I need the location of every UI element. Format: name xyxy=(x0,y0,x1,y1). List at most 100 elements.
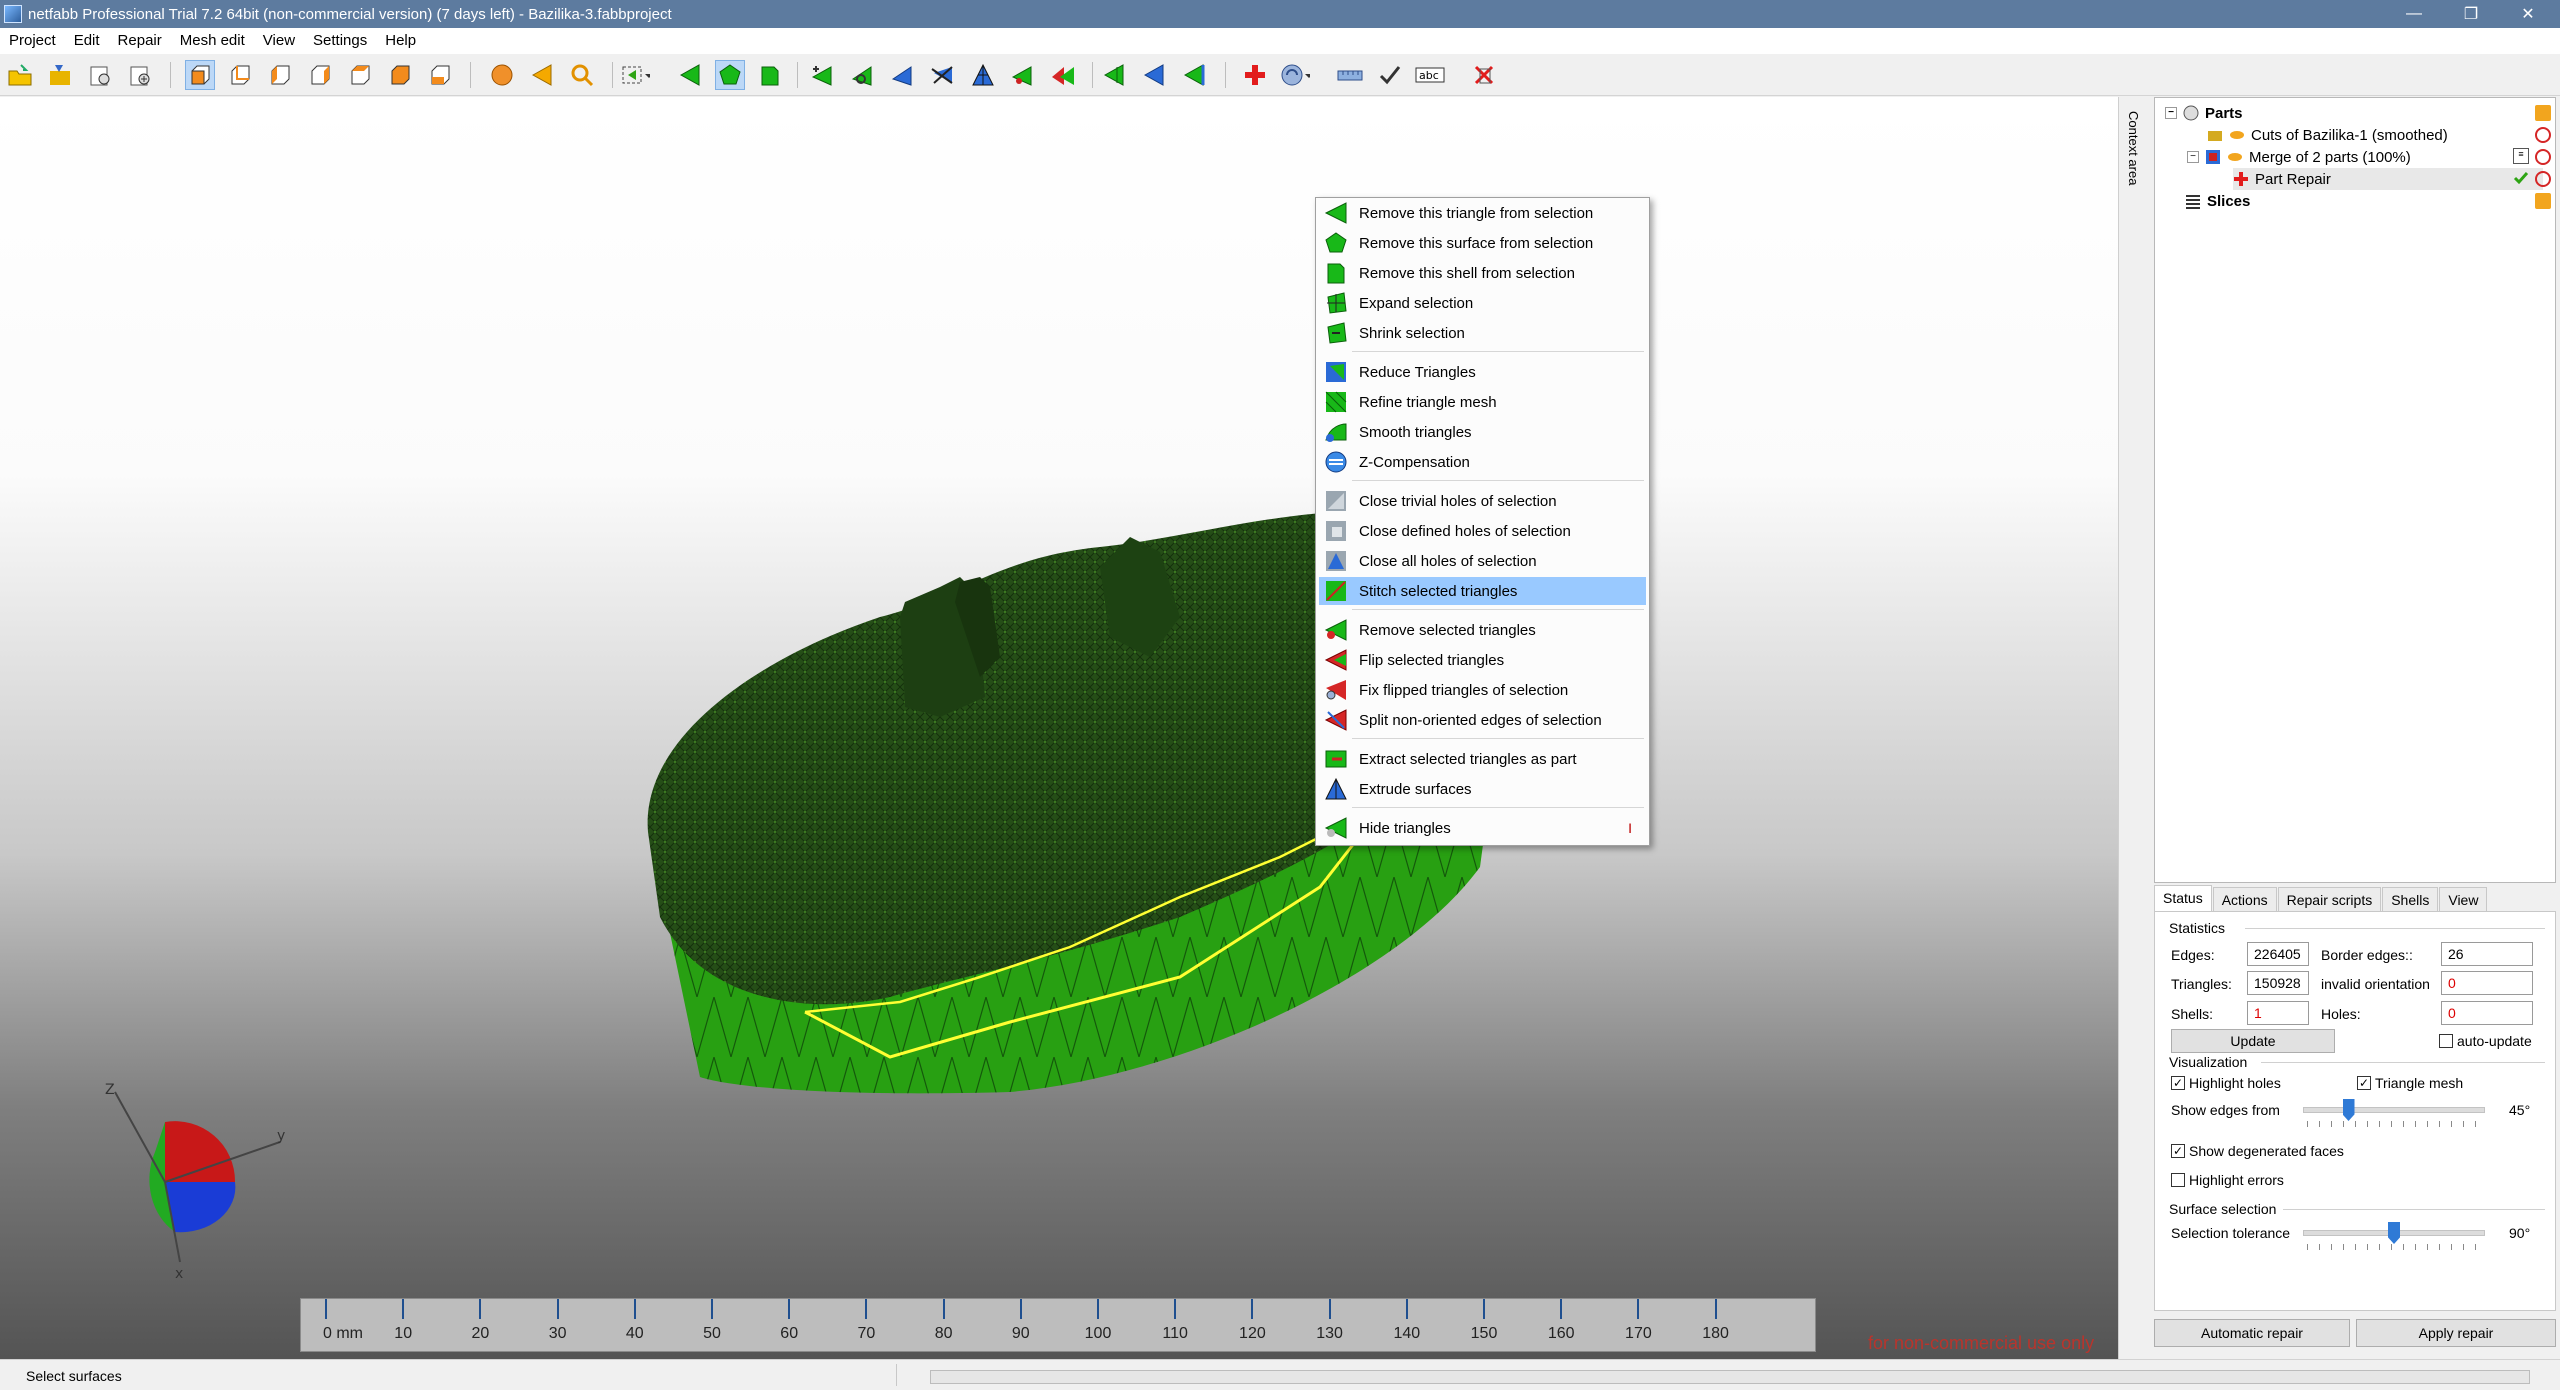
stitch-icon xyxy=(1323,578,1349,604)
flip-icon[interactable] xyxy=(1048,60,1078,90)
collapse-icon[interactable]: − xyxy=(2165,107,2177,119)
menu-item-shrink-selection[interactable]: Shrink selection xyxy=(1319,319,1646,347)
view-bottom-icon[interactable] xyxy=(385,60,415,90)
triangle-select-icon[interactable] xyxy=(527,60,557,90)
update-button[interactable]: Update xyxy=(2171,1029,2335,1053)
select-triangle-icon[interactable] xyxy=(675,60,705,90)
menu-item-z-compensation[interactable]: Z-Compensation xyxy=(1319,448,1646,476)
menu-item-remove-shell[interactable]: Remove this shell from selection xyxy=(1319,259,1646,287)
tree-item-part-repair[interactable]: Part Repair xyxy=(2233,168,2543,190)
split-icon[interactable] xyxy=(888,60,918,90)
menu-item-split-edges[interactable]: Split non-oriented edges of selection xyxy=(1319,706,1646,734)
collapse-icon[interactable]: − xyxy=(2187,151,2199,163)
cut-icon[interactable] xyxy=(928,60,958,90)
view-left-icon[interactable] xyxy=(265,60,295,90)
automatic-repair-button[interactable]: Automatic repair xyxy=(2154,1319,2350,1347)
menu-repair[interactable]: Repair xyxy=(109,28,171,54)
move-right-icon[interactable] xyxy=(1180,60,1210,90)
menu-view[interactable]: View xyxy=(254,28,304,54)
show-degenerated-checkbox[interactable]: ✓ xyxy=(2171,1144,2185,1158)
remove-part-icon[interactable] xyxy=(2535,127,2551,143)
menu-item-stitch-triangles[interactable]: Stitch selected triangles xyxy=(1319,577,1646,605)
triangle-mesh-checkbox[interactable]: ✓ xyxy=(2357,1076,2371,1090)
select-surface-icon[interactable] xyxy=(715,60,745,90)
tree-item-cuts[interactable]: Cuts of Bazilika-1 (smoothed) xyxy=(2207,124,2448,146)
panel-tabs: Status Actions Repair scripts Shells Vie… xyxy=(2154,885,2556,911)
new-project-icon[interactable] xyxy=(85,60,115,90)
apply-repair-button[interactable]: Apply repair xyxy=(2356,1319,2556,1347)
menu-item-hide-triangles[interactable]: Hide triangles I xyxy=(1319,814,1646,842)
minimize-button[interactable]: — xyxy=(2386,0,2442,28)
menu-item-flip-triangles[interactable]: Flip selected triangles xyxy=(1319,646,1646,674)
view-top-icon[interactable] xyxy=(345,60,375,90)
select-shell-icon[interactable] xyxy=(755,60,785,90)
check-icon[interactable] xyxy=(1375,60,1405,90)
tab-status[interactable]: Status xyxy=(2154,885,2212,911)
menu-project[interactable]: Project xyxy=(0,28,65,54)
3d-viewport[interactable]: Z y x xyxy=(0,97,2118,1359)
tab-actions[interactable]: Actions xyxy=(2212,887,2277,911)
selection-tolerance-slider-thumb[interactable] xyxy=(2388,1222,2400,1244)
label-icon[interactable]: abc xyxy=(1415,60,1445,90)
open-project-icon[interactable] xyxy=(5,60,35,90)
menu-item-extrude-surfaces[interactable]: Extrude surfaces xyxy=(1319,775,1646,803)
tree-item-parts[interactable]: − Parts xyxy=(2165,102,2243,124)
tree-item-merge[interactable]: − Merge of 2 parts (100%) xyxy=(2187,146,2411,168)
menu-item-expand-selection[interactable]: Expand selection xyxy=(1319,289,1646,317)
view-right-icon[interactable] xyxy=(305,60,335,90)
menu-item-close-defined-holes[interactable]: Close defined holes of selection xyxy=(1319,517,1646,545)
maximize-button[interactable]: ❐ xyxy=(2443,0,2499,28)
remove-part-icon[interactable] xyxy=(2535,149,2551,165)
menu-item-remove-triangle[interactable]: Remove this triangle from selection xyxy=(1319,199,1646,227)
move-back-icon[interactable] xyxy=(1140,60,1170,90)
add-repair-icon[interactable] xyxy=(1240,60,1270,90)
menu-item-smooth-triangles[interactable]: Smooth triangles xyxy=(1319,418,1646,446)
add-triangle-icon[interactable] xyxy=(808,60,838,90)
menu-item-extract-triangles[interactable]: Extract selected triangles as part xyxy=(1319,745,1646,773)
close-button[interactable]: ✕ xyxy=(2500,0,2556,28)
slices-add-icon[interactable] xyxy=(2535,193,2551,209)
apply-check-icon[interactable] xyxy=(2513,170,2529,186)
menu-item-reduce-triangles[interactable]: Reduce Triangles xyxy=(1319,358,1646,386)
select-box-icon[interactable] xyxy=(620,60,650,90)
add-slice-icon[interactable] xyxy=(125,60,155,90)
show-edges-slider[interactable] xyxy=(2303,1107,2485,1113)
menu-item-refine-mesh[interactable]: Refine triangle mesh xyxy=(1319,388,1646,416)
show-edges-slider-thumb[interactable] xyxy=(2342,1099,2355,1121)
tab-view[interactable]: View xyxy=(2439,887,2488,911)
measure-icon[interactable] xyxy=(968,60,998,90)
menu-item-remove-surface[interactable]: Remove this surface from selection xyxy=(1319,229,1646,257)
tab-repair-scripts[interactable]: Repair scripts xyxy=(2277,887,2382,911)
tab-shells[interactable]: Shells xyxy=(2382,887,2439,911)
menu-edit[interactable]: Edit xyxy=(65,28,109,54)
remove-repair-icon[interactable] xyxy=(1470,60,1500,90)
remove-repair-part-icon[interactable] xyxy=(2535,171,2551,187)
zoom-icon[interactable] xyxy=(567,60,597,90)
sphere-view-icon[interactable] xyxy=(487,60,517,90)
menu-item-fix-flipped[interactable]: Fix flipped triangles of selection xyxy=(1319,676,1646,704)
menu-help[interactable]: Help xyxy=(376,28,425,54)
auto-update-checkbox[interactable] xyxy=(2439,1034,2453,1048)
ruler-icon[interactable] xyxy=(1335,60,1365,90)
move-left-icon[interactable] xyxy=(1100,60,1130,90)
extrude-icon[interactable] xyxy=(1008,60,1038,90)
menu-mesh-edit[interactable]: Mesh edit xyxy=(171,28,254,54)
highlight-errors-checkbox[interactable] xyxy=(2171,1173,2185,1187)
menu-item-remove-selected-triangles[interactable]: Remove selected triangles xyxy=(1319,616,1646,644)
mesh-model[interactable] xyxy=(0,97,2118,1359)
context-area-tab[interactable]: Context area xyxy=(2118,97,2150,1359)
menu-item-close-trivial-holes[interactable]: Close trivial holes of selection xyxy=(1319,487,1646,515)
menu-settings[interactable]: Settings xyxy=(304,28,376,54)
parts-add-icon[interactable] xyxy=(2535,105,2551,121)
add-part-icon[interactable] xyxy=(45,60,75,90)
view-back-icon[interactable] xyxy=(225,60,255,90)
rotate-view-icon[interactable] xyxy=(1280,60,1310,90)
view-front-icon[interactable] xyxy=(185,60,215,90)
view-iso-icon[interactable] xyxy=(425,60,455,90)
menu-item-close-all-holes[interactable]: Close all holes of selection xyxy=(1319,547,1646,575)
highlight-holes-checkbox[interactable]: ✓ xyxy=(2171,1076,2185,1090)
tree-item-slices[interactable]: Slices xyxy=(2185,190,2250,212)
close-trivial-holes-icon xyxy=(1323,488,1349,514)
vertex-tool-icon[interactable] xyxy=(848,60,878,90)
part-settings-icon[interactable]: ≡ xyxy=(2513,148,2529,164)
